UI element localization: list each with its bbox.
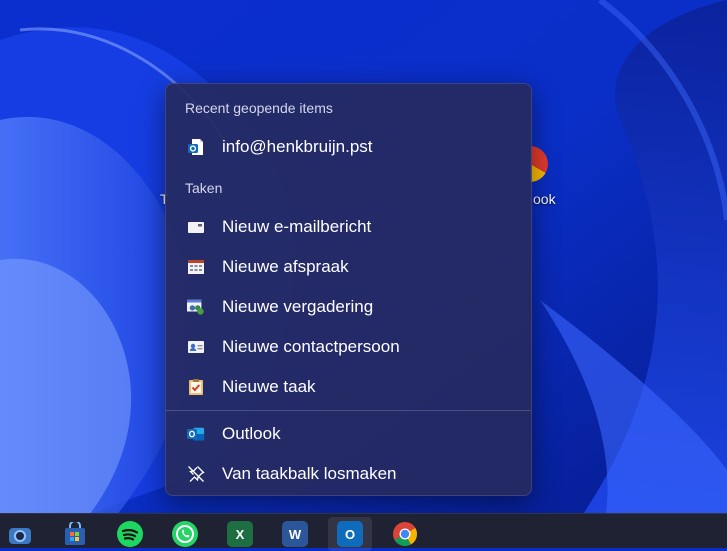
task-label: Nieuw e-mailbericht [222,217,372,236]
task-label: Nieuwe vergadering [222,297,374,316]
desktop-icon-label-fragment[interactable]: ook [533,191,556,207]
outlook-app-label: Outlook [222,424,281,443]
word-icon: W [282,521,308,547]
calendar-icon [187,258,205,276]
outlook-glyph: O [344,526,356,542]
unpin-from-taskbar-item[interactable]: Van taakbalk losmaken [170,456,527,492]
task-new-meeting[interactable]: Nieuwe vergadering [170,289,527,325]
task-label: Nieuwe contactpersoon [222,337,400,356]
spotify-icon [117,521,143,547]
new-mail-icon [187,218,205,236]
taskbar-spotify-button[interactable] [108,517,152,551]
meeting-icon [187,298,205,316]
chrome-desktop-icon[interactable] [530,146,548,182]
whatsapp-icon [172,521,198,547]
store-icon [62,521,88,547]
task-new-appointment[interactable]: Nieuwe afspraak [170,249,527,285]
taskbar-outlook-button[interactable]: O [328,517,372,551]
tasks-header: Taken [185,180,223,196]
unpin-icon [187,465,205,483]
outlook-jump-list: Recent geopende items info@henkbruijn.ps… [165,83,532,496]
contact-card-icon [187,338,205,356]
chrome-icon [392,521,418,547]
outlook-icon [187,425,205,443]
recent-item-label: info@henkbruijn.pst [222,137,373,156]
excel-glyph: X [235,526,245,542]
word-glyph: W [288,526,302,542]
taskbar-excel-button[interactable]: X [218,517,262,551]
task-new-contact[interactable]: Nieuwe contactpersoon [170,329,527,365]
taskbar-whatsapp-button[interactable] [163,517,207,551]
taskbar-camera-button[interactable] [0,517,42,551]
unpin-label: Van taakbalk losmaken [222,464,397,483]
task-new-mail[interactable]: Nieuw e-mailbericht [170,209,527,245]
taskbar: X W O [0,513,727,551]
outlook-data-file-icon [187,138,205,156]
task-label: Nieuwe taak [222,377,316,396]
camera-icon [7,521,33,547]
recent-items-header: Recent geopende items [185,100,333,116]
taskbar-store-button[interactable] [53,517,97,551]
outlook-icon: O [337,521,363,547]
task-new-task[interactable]: Nieuwe taak [170,369,527,405]
task-label: Nieuwe afspraak [222,257,349,276]
taskbar-chrome-button[interactable] [383,517,427,551]
task-clipboard-icon [187,378,205,396]
jump-list-divider [166,410,531,411]
taskbar-word-button[interactable]: W [273,517,317,551]
open-outlook-item[interactable]: Outlook [170,416,527,452]
recent-item-pst[interactable]: info@henkbruijn.pst [170,129,527,165]
excel-icon: X [227,521,253,547]
